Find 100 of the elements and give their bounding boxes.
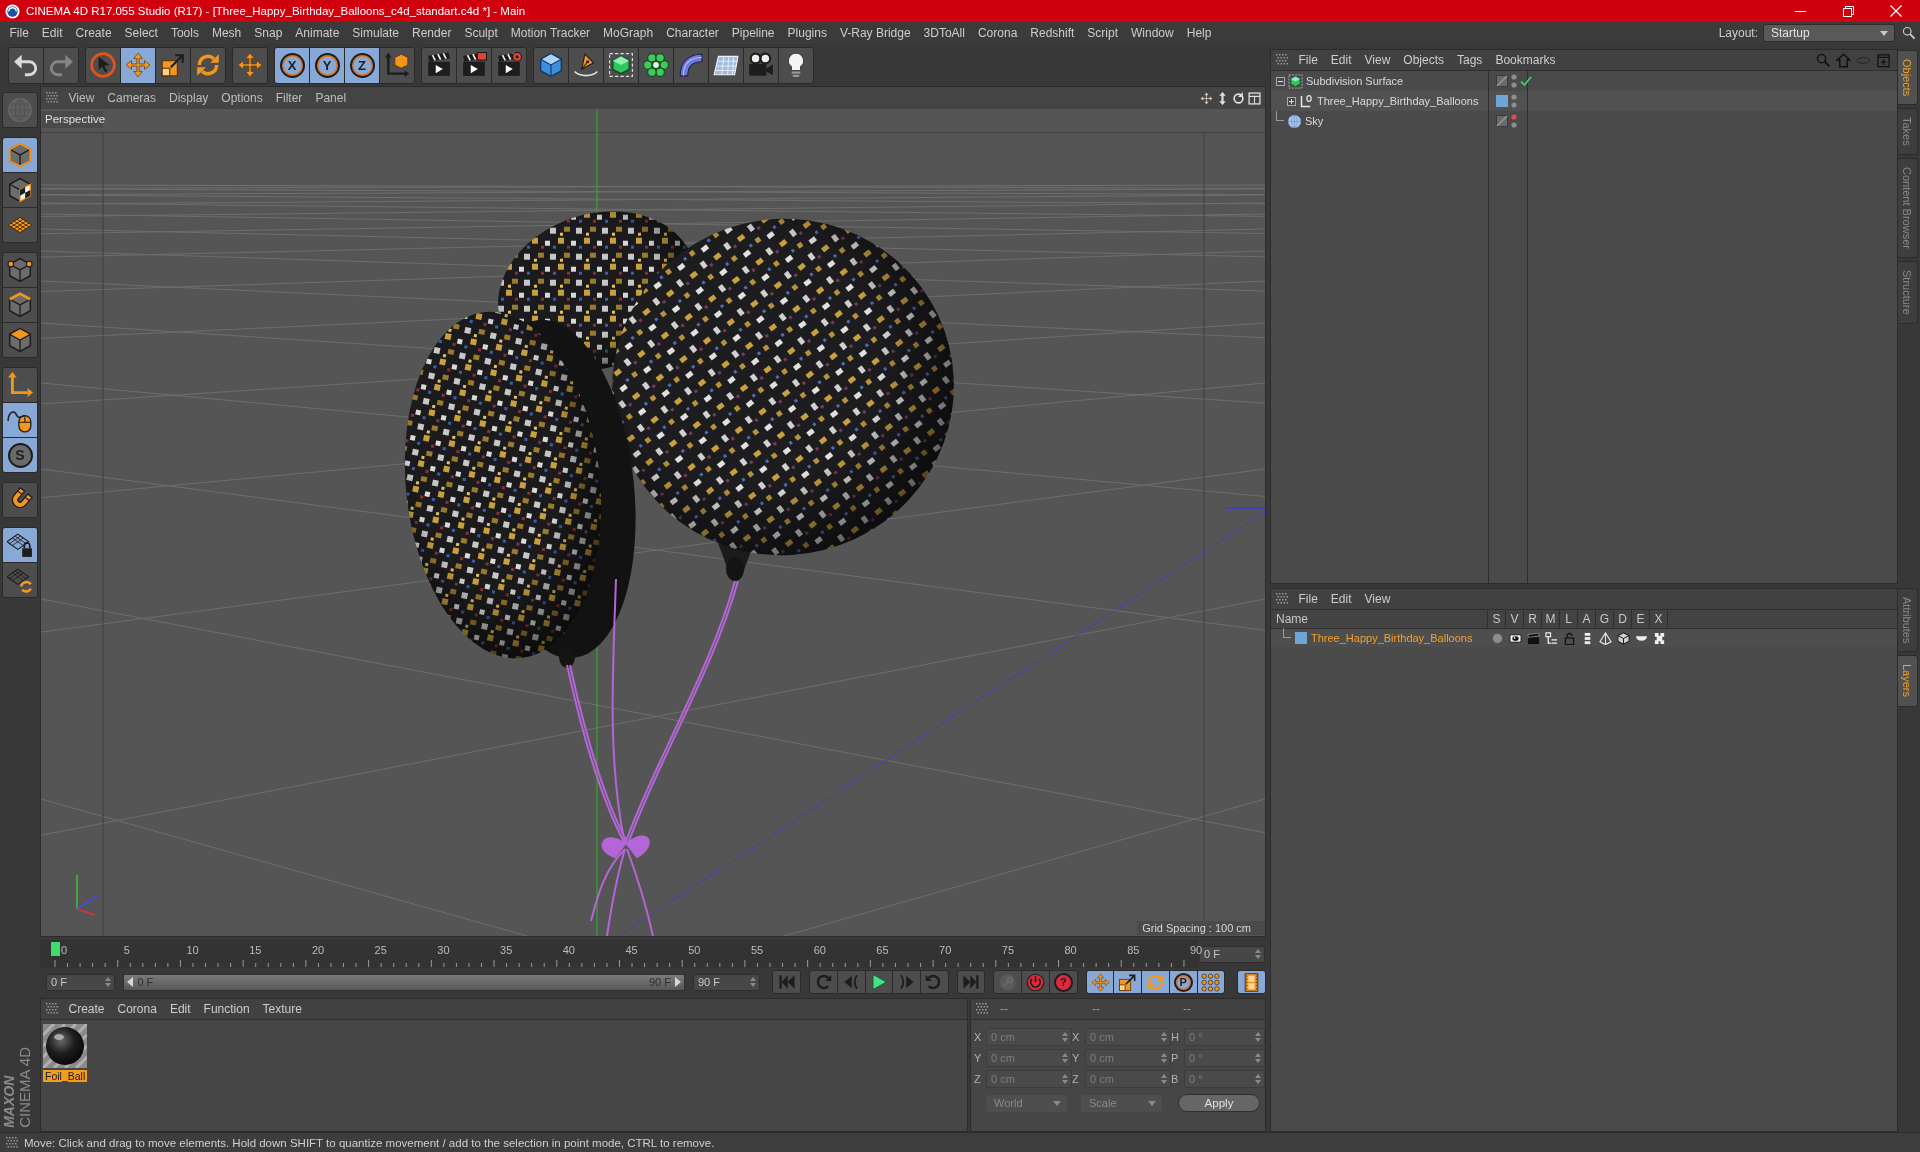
transform-tool-button[interactable] xyxy=(233,47,267,83)
layer-color-icon[interactable] xyxy=(1295,632,1307,644)
render-view-button[interactable] xyxy=(422,47,456,83)
layout-dropdown[interactable]: Startup xyxy=(1763,24,1895,42)
viewport-menu-item[interactable]: Filter xyxy=(269,89,309,107)
cube-button[interactable] xyxy=(534,47,568,83)
material-name[interactable]: Foil_Ball xyxy=(43,1070,88,1082)
visibility-dots-icon[interactable] xyxy=(1511,114,1517,128)
menu-item[interactable]: Edit xyxy=(1324,51,1359,69)
key-parameter-button[interactable]: P xyxy=(1169,971,1197,993)
menu-item[interactable]: File xyxy=(1292,51,1325,69)
menu-item[interactable]: Edit xyxy=(163,1000,198,1018)
layer-name[interactable]: Three_Happy_Birthday_Balloons xyxy=(1311,632,1473,644)
menu-item[interactable]: Function xyxy=(197,1000,257,1018)
viewport-menu-item[interactable]: Cameras xyxy=(100,89,163,107)
polygons-mode-button[interactable] xyxy=(3,323,37,357)
visibility-dots-icon[interactable] xyxy=(1511,94,1517,108)
search-icon[interactable] xyxy=(1902,26,1916,40)
camera-button[interactable] xyxy=(744,47,778,83)
undo-button[interactable] xyxy=(9,47,43,83)
clapperboard-icon[interactable] xyxy=(1526,631,1540,645)
select-tool-button[interactable] xyxy=(86,47,120,83)
key-scale-button[interactable] xyxy=(1114,971,1142,993)
menu-item[interactable]: Animate xyxy=(288,24,346,42)
plus-box-icon[interactable] xyxy=(1287,96,1296,106)
light-button[interactable] xyxy=(779,47,813,83)
floor-button[interactable] xyxy=(709,47,743,83)
eye-icon[interactable] xyxy=(1508,631,1522,645)
menu-item[interactable]: Tags xyxy=(1450,51,1489,69)
tweak-mode-button[interactable] xyxy=(3,403,37,437)
menu-item[interactable]: Simulate xyxy=(345,24,406,42)
rotate-view-icon[interactable] xyxy=(1232,91,1245,105)
viewport-menu-item[interactable]: View xyxy=(62,89,101,107)
menu-item[interactable]: Create xyxy=(69,24,119,42)
menu-item[interactable]: Script xyxy=(1080,24,1125,42)
key-points-button[interactable] xyxy=(1197,971,1225,993)
menu-item[interactable]: 3DToAll xyxy=(917,24,972,42)
menu-item[interactable]: File xyxy=(3,24,36,42)
side-tab[interactable]: Layers xyxy=(1898,655,1918,707)
menu-item[interactable]: Mesh xyxy=(205,24,248,42)
axis-lock-button[interactable]: X xyxy=(275,47,309,83)
render-settings-button[interactable] xyxy=(492,47,526,83)
menu-item[interactable]: Tools xyxy=(164,24,206,42)
menu-item[interactable]: Bookmarks xyxy=(1488,51,1562,69)
timeline-button[interactable] xyxy=(1238,971,1265,993)
menu-item[interactable]: Edit xyxy=(35,24,70,42)
render-picture-button[interactable] xyxy=(457,47,491,83)
start-frame-field[interactable]: 0 F xyxy=(46,973,116,991)
record-button[interactable] xyxy=(1022,971,1049,993)
lock-workplane-button[interactable] xyxy=(3,528,37,562)
menu-item[interactable]: Window xyxy=(1124,24,1181,42)
menu-item[interactable]: Motion Tracker xyxy=(504,24,597,42)
hierarchy-icon[interactable] xyxy=(1544,631,1558,645)
points-mode-button[interactable] xyxy=(3,253,37,287)
viewport-canvas[interactable]: Perspective Grid Spacing : 100 cm xyxy=(41,109,1265,936)
autokey-button[interactable]: ? xyxy=(1049,971,1077,993)
menu-item[interactable]: Help xyxy=(1180,24,1218,42)
viewport-menu-item[interactable]: Display xyxy=(162,89,215,107)
apply-button[interactable]: Apply xyxy=(1178,1094,1260,1112)
layer-color-icon[interactable] xyxy=(1496,95,1508,107)
move-tool-button[interactable] xyxy=(121,47,155,83)
layer-row[interactable]: Three_Happy_Birthday_Balloons xyxy=(1271,629,1897,647)
magnet-button[interactable] xyxy=(3,483,37,517)
object-name[interactable]: Three_Happy_Birthday_Balloons xyxy=(1317,95,1479,107)
menu-item[interactable]: Corona xyxy=(971,24,1024,42)
menu-item[interactable]: Pipeline xyxy=(725,24,782,42)
coordinate-system-button[interactable] xyxy=(380,47,414,83)
edges-mode-button[interactable] xyxy=(3,288,37,322)
menu-item[interactable]: Redshift xyxy=(1023,24,1081,42)
menu-item[interactable]: View xyxy=(1358,51,1397,69)
model-mode-button[interactable] xyxy=(3,138,37,172)
menu-item[interactable]: Plugins xyxy=(781,24,834,42)
play-button[interactable] xyxy=(865,971,893,993)
side-tab[interactable]: Objects xyxy=(1898,50,1918,106)
viewport-menu-item[interactable]: Panel xyxy=(308,89,353,107)
menu-item[interactable]: Corona xyxy=(111,1000,164,1018)
pyramid-icon[interactable] xyxy=(1598,631,1612,645)
material-sphere-icon[interactable] xyxy=(43,1024,87,1068)
menu-item[interactable]: View xyxy=(1358,590,1397,608)
viewport-menu-item[interactable]: Options xyxy=(214,89,270,107)
object-name[interactable]: Subdivision Surface xyxy=(1306,75,1404,87)
minus-box-icon[interactable] xyxy=(1276,76,1285,86)
menu-item[interactable]: Texture xyxy=(256,1000,309,1018)
pen-button[interactable] xyxy=(569,47,603,83)
menu-item[interactable]: Sculpt xyxy=(457,24,505,42)
scale-tool-button[interactable] xyxy=(156,47,190,83)
no-layer-icon[interactable] xyxy=(1496,115,1508,127)
check-icon[interactable] xyxy=(1520,75,1532,87)
menu-item[interactable]: File xyxy=(1292,590,1325,608)
cross-shape-icon[interactable] xyxy=(1652,631,1666,645)
axis-lock-button[interactable]: Z xyxy=(345,47,379,83)
cloner-button[interactable] xyxy=(639,47,673,83)
menu-item[interactable]: Objects xyxy=(1396,51,1451,69)
menu-item[interactable]: Snap xyxy=(247,24,289,42)
menu-item[interactable]: Select xyxy=(118,24,165,42)
object-row[interactable]: Three_Happy_Birthday_Balloons xyxy=(1271,91,1897,111)
menu-item[interactable]: Create xyxy=(62,1000,112,1018)
deformer-button[interactable] xyxy=(674,47,708,83)
key-position-button[interactable] xyxy=(1086,971,1114,993)
menu-item[interactable]: Render xyxy=(405,24,458,42)
